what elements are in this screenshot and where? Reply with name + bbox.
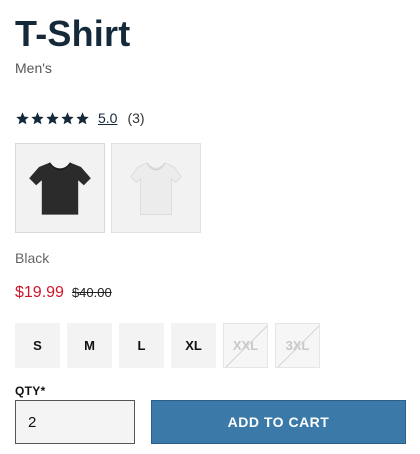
size-option-l[interactable]: L [119, 323, 164, 368]
rating-value-link[interactable]: 5.0 [98, 110, 117, 126]
size-option-xl[interactable]: XL [171, 323, 216, 368]
qty-input[interactable] [15, 400, 135, 444]
original-price: $40.00 [71, 285, 112, 300]
rating-stars [15, 111, 90, 126]
add-to-cart-button[interactable]: ADD TO CART [151, 400, 406, 444]
white-tshirt-swatch[interactable] [111, 143, 201, 233]
size-option-xxl: XXL [223, 323, 268, 368]
size-option-s[interactable]: S [15, 323, 60, 368]
size-option-m[interactable]: M [67, 323, 112, 368]
sale-price: $19.99 [15, 284, 64, 301]
black-tshirt-swatch[interactable] [15, 143, 105, 233]
product-title: T-Shirt [15, 13, 131, 54]
star-icon [30, 111, 45, 126]
review-count: (3) [127, 110, 145, 126]
star-icon [60, 111, 75, 126]
qty-label: QTY* [15, 384, 46, 398]
size-selector: S M L XL XXL 3XL [15, 323, 320, 368]
size-option-3xl: 3XL [275, 323, 320, 368]
star-icon [15, 111, 30, 126]
unavailable-strike-icon [225, 325, 268, 368]
unavailable-strike-icon [277, 325, 320, 368]
star-icon [75, 111, 90, 126]
color-swatches [15, 143, 201, 233]
product-subtitle: Men's [15, 60, 52, 76]
black-tshirt-image [29, 162, 91, 215]
star-icon [45, 111, 60, 126]
rating-row: 5.0 (3) [15, 108, 145, 128]
white-tshirt-image [130, 162, 182, 215]
price-row: $19.99 $40.00 [15, 284, 112, 302]
selected-color-label: Black [15, 250, 50, 266]
